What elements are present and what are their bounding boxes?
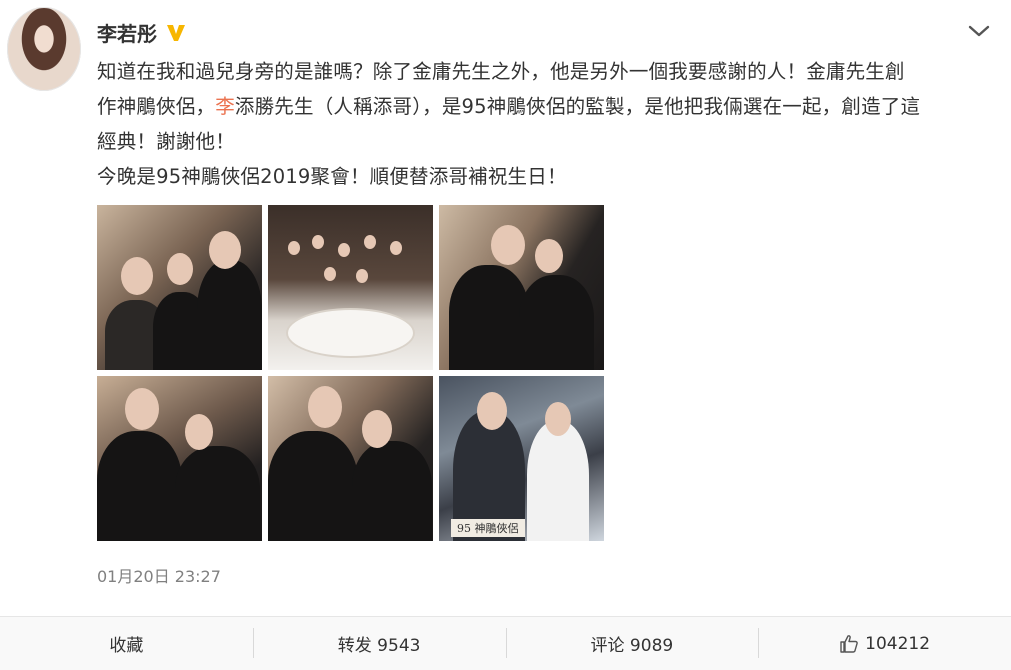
thumbs-up-icon [839,634,859,654]
photo-thumbnail[interactable] [97,205,262,370]
post-text-line: 今晚是95神鵰俠侶2019聚會！順便替添哥補祝生日！ [97,165,567,188]
photo-grid: 95 神鵰俠侶 [97,205,605,541]
chevron-down-icon[interactable] [967,22,991,40]
post-text-segment: 作神鵰俠侶， [97,95,216,118]
post-timestamp[interactable]: 01月20日 23:27 [97,563,221,587]
like-count: 104212 [865,633,931,654]
like-button[interactable]: 104212 [758,617,1011,670]
post-text-line: 作神鵰俠侶，李添勝先生（人稱添哥），是95神鵰俠侶的監製，是他把我倆選在一起，創… [97,89,992,124]
favorite-label: 收藏 [109,636,144,656]
repost-label: 转发 9543 [337,636,421,656]
post-text-line: 知道在我和過兒身旁的是誰嗎？除了金庸先生之外，他是另外一個我要感謝的人！金庸先生… [97,60,905,83]
comment-label: 评论 9089 [590,636,674,656]
author-row: 李若彤 [97,18,187,47]
photo-thumbnail[interactable]: 95 神鵰俠侶 [439,376,604,541]
highlight-keyword[interactable]: 李 [215,95,235,118]
post-text-line: 經典！謝謝他！ [97,130,235,153]
post-text: 知道在我和過兒身旁的是誰嗎？除了金庸先生之外，他是另外一個我要感謝的人！金庸先生… [97,54,992,194]
action-bar: 收藏 转发 9543 评论 9089 104212 [0,616,1011,670]
photo-thumbnail[interactable] [268,376,433,541]
repost-button[interactable]: 转发 9543 [252,617,506,670]
photo-caption: 95 神鵰俠侶 [451,519,525,537]
verified-v-icon [165,22,187,44]
photo-thumbnail[interactable] [97,376,262,541]
photo-thumbnail[interactable] [268,205,433,370]
author-name[interactable]: 李若彤 [97,18,157,47]
favorite-button[interactable]: 收藏 [0,617,253,670]
post-text-segment: 添勝先生（人稱添哥），是95神鵰俠侶的監製，是他把我倆選在一起，創造了這 [234,95,921,118]
photo-thumbnail[interactable] [439,205,604,370]
comment-button[interactable]: 评论 9089 [505,617,759,670]
avatar[interactable] [7,7,81,91]
